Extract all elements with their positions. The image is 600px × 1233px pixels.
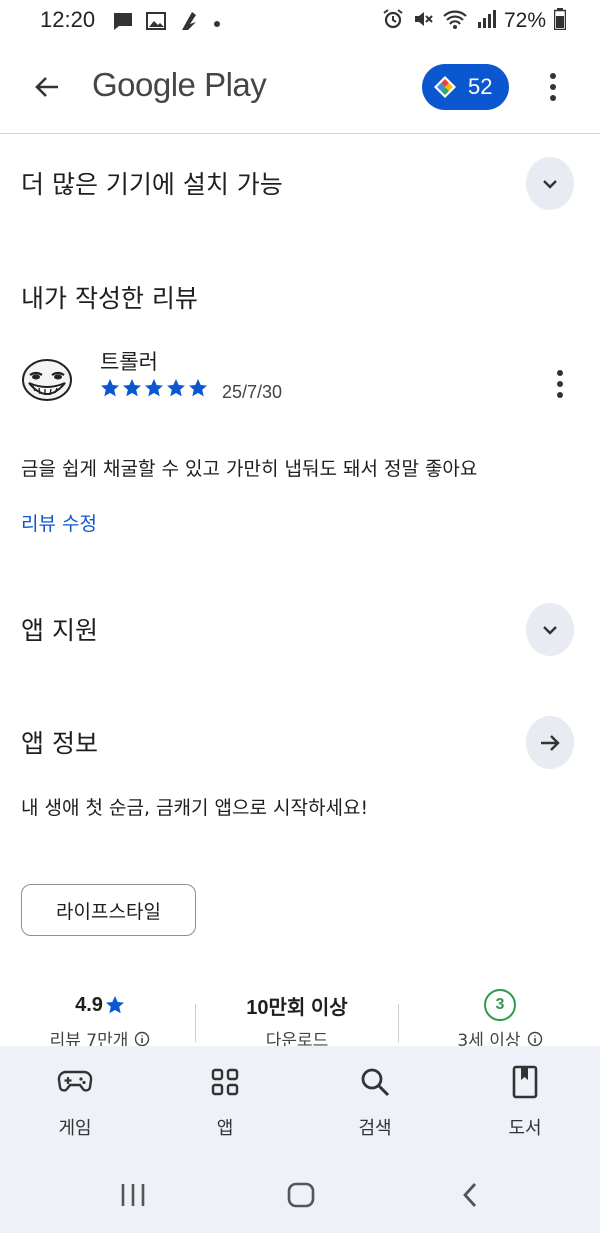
bottom-navigation: 게임 앱 검색 도서 [0,1046,600,1154]
apps-grid-icon [211,1068,239,1096]
home-icon[interactable] [286,1181,316,1209]
gesture-icon [178,10,200,36]
info-icon [135,1031,150,1046]
more-dot [550,95,556,101]
gallery-icon [146,11,166,35]
signal-icon [476,9,496,33]
avatar [20,355,74,409]
more-dot [557,370,563,376]
edit-review-link[interactable]: 리뷰 수정 [21,509,97,536]
play-points-button[interactable]: 52 [422,64,509,110]
star-icon [123,379,141,397]
battery-icon [553,8,567,34]
star-icon [167,379,185,397]
downloads-value: 10만회 이상 [246,996,348,1019]
notification-icons [112,10,222,36]
star-icon [145,379,163,397]
nav-apps[interactable]: 앱 [175,1064,275,1140]
nav-books[interactable]: 도서 [475,1064,575,1140]
play-points-count: 52 [468,74,493,99]
search-icon [361,1068,390,1097]
wifi-icon [442,8,468,34]
back-button[interactable] [24,64,70,110]
review-text: 금을 쉽게 채굴할 수 있고 가만히 냅둬도 돼서 정말 좋아요 [21,458,478,480]
status-bar: 12:20 72% [0,0,600,42]
gamepad-icon [57,1070,93,1092]
message-icon [112,11,134,35]
system-status-icons: 72% [382,8,567,34]
mute-icon [412,8,434,34]
category-chip[interactable]: 라이프스타일 [21,884,196,936]
app-title: Google Play [92,66,267,103]
rating-stat[interactable]: 4.9 리뷰 7만개 [0,990,200,1051]
chevron-down-icon [543,625,557,635]
star-icon [105,996,124,1014]
system-navigation-bar [0,1154,600,1233]
more-devices-section[interactable]: 더 많은 기기에 설치 가능 [0,157,600,213]
app-support-title: 앱 지원 [21,616,98,645]
app-info-section[interactable]: 앱 정보 [0,716,600,772]
more-options-button[interactable] [538,64,568,110]
more-devices-title: 더 많은 기기에 설치 가능 [21,170,283,199]
my-review-header: 내가 작성한 리뷰 [0,271,600,327]
age-rating-stat[interactable]: 3 3세 이상 [400,989,600,1051]
recent-apps-icon[interactable] [118,1182,148,1208]
my-review-title: 내가 작성한 리뷰 [21,284,198,313]
info-icon [527,1031,542,1046]
app-description: 내 생애 첫 순금, 금캐기 앱으로 시작하세요! [21,797,369,819]
more-dot [557,392,563,398]
review-more-button[interactable] [546,366,574,402]
nav-games-label: 게임 [58,1118,92,1139]
status-time: 12:20 [40,7,96,32]
alarm-icon [382,8,404,34]
rating-stars [100,378,208,398]
app-support-section[interactable]: 앱 지원 [0,603,600,659]
review-date: 25/7/30 [222,382,283,402]
more-dot [550,73,556,79]
chevron-down-icon [543,179,557,189]
nav-search[interactable]: 검색 [325,1064,425,1140]
rating-value: 4.9 [75,993,103,1016]
app-info-open-button[interactable] [526,716,574,769]
nav-search-label: 검색 [358,1118,392,1139]
book-icon [512,1065,538,1099]
reviewer-name: 트롤러 [100,350,158,374]
play-points-icon [434,76,456,98]
downloads-stat: 10만회 이상 다운로드 [197,990,397,1052]
back-nav-icon[interactable] [458,1181,482,1209]
stat-divider [195,1004,196,1042]
star-icon [189,379,207,397]
battery-percent: 72% [503,9,546,32]
dot-icon [212,14,222,33]
stat-divider [398,1004,399,1042]
app-info-title: 앱 정보 [21,729,98,758]
more-dot [557,381,563,387]
app-support-expand-button[interactable] [526,603,574,656]
arrow-right-icon [541,734,560,751]
nav-apps-label: 앱 [216,1118,234,1139]
arrow-left-icon [35,77,58,97]
top-app-bar: Google Play 52 [0,42,600,134]
age-rating-badge: 3 [484,989,516,1021]
nav-books-label: 도서 [508,1118,542,1139]
nav-games[interactable]: 게임 [25,1064,125,1140]
more-devices-expand-button[interactable] [526,157,574,210]
star-icon [101,379,119,397]
more-dot [550,84,556,90]
